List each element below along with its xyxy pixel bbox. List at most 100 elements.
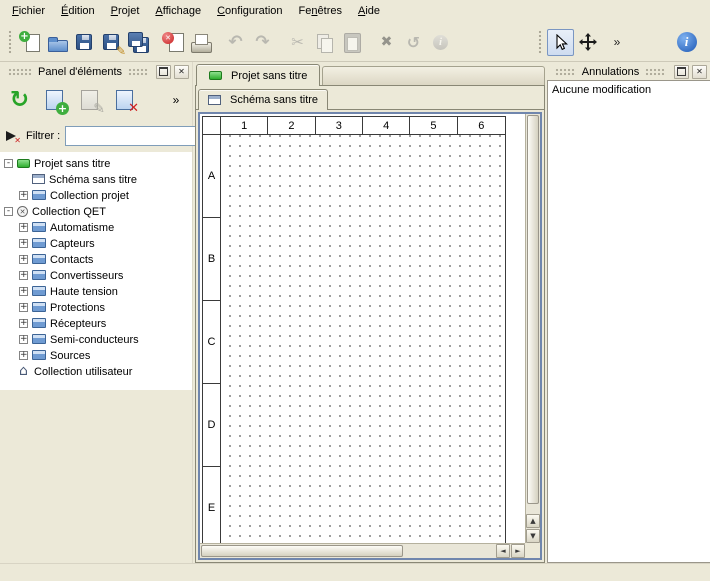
drawer-icon [32,334,46,344]
elements-panel-titlebar: Panel d'éléments [0,62,192,80]
scroll-down-button[interactable] [526,529,540,543]
save-button[interactable] [71,29,98,56]
column-header: 2 [268,117,315,135]
dock-grip [645,68,666,76]
elements-panel-toolbar: » [0,80,192,120]
menu-edition[interactable]: Édition [53,0,103,23]
print-button[interactable] [187,29,214,56]
horizontal-scroll-thumb[interactable] [201,545,403,557]
tab-project[interactable]: Projet sans titre [196,64,320,86]
tree-item[interactable]: + Capteurs [0,235,192,251]
tree-item[interactable]: +Sources [0,347,192,363]
horizontal-scrollbar[interactable] [200,543,525,558]
new-document-button[interactable] [17,29,44,56]
tree-item[interactable]: -Projet sans titre [0,155,192,171]
tree-item[interactable]: + Protections [0,299,192,315]
tree-item[interactable]: +Haute tension [0,283,192,299]
tree-item[interactable]: - Collection QET [0,203,192,219]
tree-item-label: Contacts [50,253,93,266]
collapse-icon[interactable]: - [4,159,13,168]
tab-schema[interactable]: Schéma sans titre [198,89,328,110]
pointer-icon [552,34,569,51]
vertical-scrollbar[interactable] [525,114,540,543]
vertical-scroll-thumb[interactable] [527,115,539,504]
tree-item[interactable]: + Automatisme [0,219,192,235]
elements-panel: Panel d'éléments » Filtrer : -Projet san… [0,62,193,563]
scroll-left-button[interactable] [496,544,510,558]
toolbar-separator [601,29,609,55]
project-icon [17,159,30,168]
close-panel-button[interactable] [174,65,189,79]
tree-item-label: Convertisseurs [50,269,123,282]
expand-icon[interactable]: + [19,319,28,328]
clear-filter-icon[interactable] [5,129,21,143]
undo-panel: Annulations Aucune modification [547,62,710,563]
menu-bar: FichierÉditionProjetAffichageConfigurati… [0,0,710,23]
reload-collections-button[interactable] [4,85,35,116]
qelectrotech-window: FichierÉditionProjetAffichageConfigurati… [0,0,710,581]
collapse-icon[interactable]: - [4,207,13,216]
menu-fenetres[interactable]: Fenêtres [291,0,350,23]
tree-item-label: Automatisme [50,221,114,234]
scroll-up-button[interactable] [526,514,540,528]
new-element-button[interactable] [39,85,70,116]
project-tab-bar: Projet sans titre [195,62,545,85]
close-document-button[interactable] [160,29,187,56]
panel-overflow-button[interactable]: » [168,87,184,113]
toolbar-grip[interactable] [8,30,13,54]
expand-icon[interactable]: + [19,191,28,200]
tree-item-label: Capteurs [50,237,95,250]
tree-item-label: Collection QET [32,205,106,218]
expand-icon[interactable]: + [19,335,28,344]
menu-affichage[interactable]: Affichage [147,0,209,23]
scrollbar-corner [525,543,540,558]
tree-item[interactable]: +Récepteurs [0,315,192,331]
expand-icon[interactable]: + [19,303,28,312]
expand-icon[interactable]: + [19,287,28,296]
move-icon [579,33,597,51]
select-pointer-button[interactable] [547,29,574,56]
menu-fichier[interactable]: Fichier [4,0,53,23]
undo-button [222,29,249,56]
float-panel-button[interactable] [156,65,171,79]
column-header: 6 [458,117,505,135]
row-header: E [203,467,221,550]
drawer-icon [32,190,46,200]
tree-item[interactable]: Schéma sans titre [0,171,192,187]
tree-item[interactable]: +Collection projet [0,187,192,203]
open-document-button[interactable] [44,29,71,56]
expand-icon[interactable]: + [19,239,28,248]
tree-item[interactable]: + Semi-conducteurs [0,331,192,347]
copy-button [311,29,338,56]
move-tool-button[interactable] [574,29,601,56]
tree-item[interactable]: Collection utilisateur [0,363,192,379]
tree-item[interactable]: + Contacts [0,251,192,267]
tree-item-label: Semi-conducteurs [50,333,139,346]
float-undo-panel-button[interactable] [674,65,689,79]
redo-button [249,29,276,56]
row-header: D [203,384,221,467]
scroll-right-button[interactable] [511,544,525,558]
expand-icon[interactable]: + [19,223,28,232]
delete-element-button[interactable] [109,85,140,116]
tools-toolbar-grip[interactable] [538,30,543,54]
expand-icon[interactable]: + [19,351,28,360]
menu-configuration[interactable]: Configuration [209,0,290,23]
close-undo-panel-button[interactable] [692,65,707,79]
tree-item-label: Protections [50,301,105,314]
tree-item[interactable]: + Convertisseurs [0,267,192,283]
menu-projet[interactable]: Projet [103,0,148,23]
about-button[interactable] [673,29,700,56]
row-header: C [203,301,221,384]
toolbar-button-groups [17,29,454,56]
schema-canvas[interactable] [221,135,505,550]
save-all-button[interactable] [125,29,152,56]
menu-aide[interactable]: Aide [350,0,388,23]
expand-icon[interactable]: + [19,255,28,264]
toolbar-overflow-button[interactable]: » [609,29,625,55]
expand-icon[interactable]: + [19,271,28,280]
undo-list-item[interactable]: Aucune modification [548,81,710,99]
save-as-button[interactable] [98,29,125,56]
schema-view[interactable]: 123456ABCDE [200,114,540,558]
schema-icon [208,95,221,105]
